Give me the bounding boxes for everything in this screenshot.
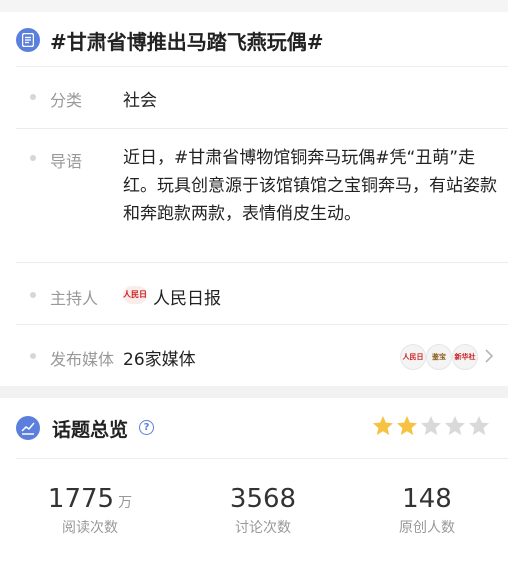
media-label: 发布媒体 — [50, 350, 115, 369]
star-icon — [373, 416, 393, 435]
stat-unit: 万 — [118, 495, 133, 511]
topic-details-card: #甘肃省博推出马踏飞燕玩偶# 分类 社会 导语 近日，#甘肃省博物馆铜奔马玩偶#… — [0, 0, 508, 386]
stat-discussions: 3568 讨论次数 — [188, 483, 338, 537]
media-logo: 鉴宝 — [426, 344, 452, 370]
host-label: 主持人 — [50, 289, 99, 308]
divider — [16, 324, 508, 325]
category-label: 分类 — [50, 91, 83, 110]
star-icon — [397, 416, 417, 435]
topic-title: #甘肃省博推出马踏飞燕玩偶# — [50, 30, 324, 54]
media-logo: 人民日报 — [400, 344, 426, 370]
star-icon — [421, 416, 441, 435]
topic-title-row: #甘肃省博推出马踏飞燕玩偶# — [0, 14, 508, 66]
media-count[interactable]: 26家媒体 — [123, 345, 196, 370]
media-logo-group[interactable]: 人民日报 鉴宝 新华社 — [400, 344, 480, 370]
host-logo: 人民日报 — [123, 286, 147, 304]
bullet-dot — [30, 292, 36, 298]
divider — [16, 458, 508, 459]
host-name[interactable]: 人民日报 — [153, 284, 221, 309]
bullet-dot — [30, 353, 36, 359]
star-icon — [469, 416, 489, 435]
intro-label: 导语 — [50, 152, 83, 171]
stat-label: 阅读次数 — [62, 520, 118, 536]
top-divider — [0, 0, 508, 12]
stat-value: 148 — [402, 484, 452, 514]
stat-value: 3568 — [229, 484, 297, 514]
star-icon — [445, 416, 465, 435]
topic-overview-card: 话题总览 ? 1775 万 阅读次数 3568 讨论次数 148 原创人数 — [0, 398, 508, 572]
help-icon[interactable]: ? — [139, 420, 154, 435]
chart-icon — [16, 416, 40, 440]
divider — [16, 66, 508, 67]
divider — [16, 128, 508, 129]
intro-text: 近日，#甘肃省博物馆铜奔马玩偶#凭“丑萌”走红。玩具创意源于该馆镇馆之宝铜奔马，… — [123, 148, 497, 224]
stat-label: 讨论次数 — [235, 520, 291, 536]
stat-reads: 1775 万 阅读次数 — [15, 483, 165, 537]
divider — [16, 262, 508, 263]
media-logo: 新华社 — [452, 344, 478, 370]
stat-label: 原创人数 — [399, 520, 455, 536]
rating-stars — [371, 414, 491, 442]
bullet-dot — [30, 94, 36, 100]
stat-value: 1775 — [47, 484, 115, 514]
chevron-right-icon[interactable] — [484, 348, 494, 364]
category-value: 社会 — [123, 91, 157, 111]
overview-title: 话题总览 — [52, 419, 129, 441]
bullet-dot — [30, 155, 36, 161]
stat-originals: 148 原创人数 — [352, 483, 502, 537]
topic-document-icon — [16, 28, 40, 52]
